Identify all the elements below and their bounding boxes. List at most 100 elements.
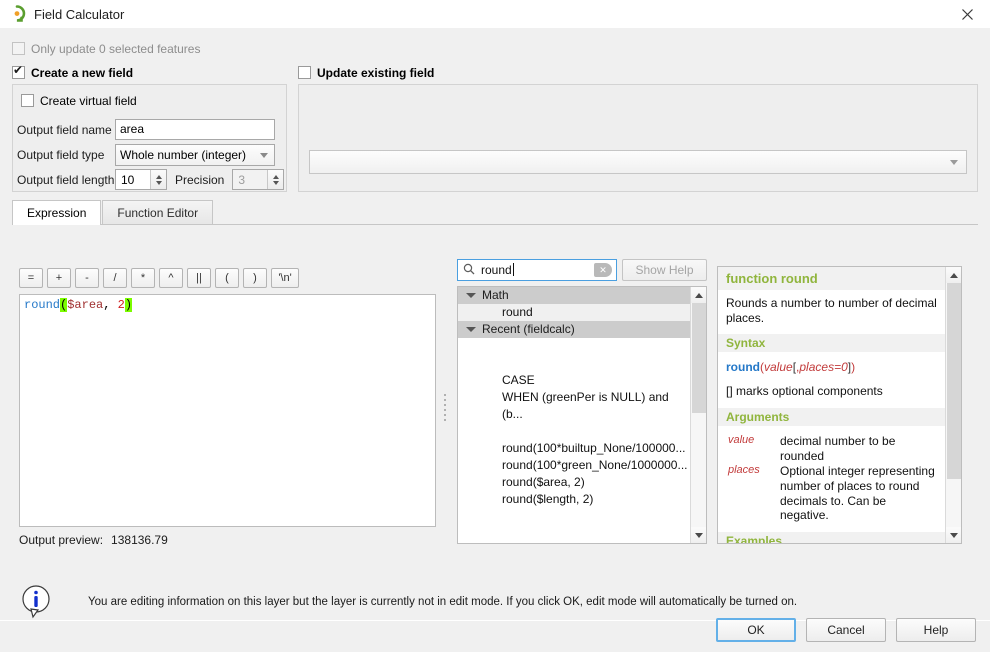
- update-existing-field-checkbox[interactable]: Update existing field: [298, 66, 434, 80]
- tree-item-when-1[interactable]: WHEN (greenPer is NULL) and (b...: [458, 389, 691, 421]
- search-icon: [463, 263, 475, 278]
- help-syntax-arg1: value: [764, 360, 793, 374]
- expression-input[interactable]: round($area, 2): [19, 294, 436, 527]
- chevron-down-icon: [466, 293, 476, 298]
- dialog-body: Only update 0 selected features Create a…: [0, 28, 990, 624]
- tab-function-editor[interactable]: Function Editor: [102, 200, 214, 225]
- length-stepper-buttons[interactable]: [150, 170, 166, 189]
- help-syntax-signature: round(value[,places=0]): [718, 352, 945, 376]
- tree-group-recent[interactable]: Recent (fieldcalc): [458, 321, 691, 338]
- help-syntax-close: ): [851, 360, 856, 374]
- existing-field-select[interactable]: [309, 150, 967, 174]
- scroll-down-icon[interactable]: [691, 527, 706, 543]
- clear-icon[interactable]: ✕: [594, 263, 612, 277]
- scroll-up-icon[interactable]: [946, 267, 961, 283]
- help-optional-note: [] marks optional components: [726, 384, 883, 398]
- tree-item-case-1[interactable]: CASE: [458, 372, 691, 389]
- expression-token-function: round: [24, 298, 61, 312]
- create-new-field-label: Create a new field: [31, 66, 134, 80]
- chevron-down-icon: [260, 153, 268, 158]
- info-icon: [20, 584, 52, 620]
- help-argument-name: value: [728, 434, 755, 446]
- tree-item-round-builtup[interactable]: round(100*builtup_None/100000...: [458, 440, 691, 457]
- tree-item-round[interactable]: round: [458, 304, 691, 321]
- function-help-panel: function round Rounds a number to number…: [717, 266, 962, 544]
- precision-stepper-buttons: [267, 170, 284, 189]
- output-field-name-input[interactable]: area: [115, 119, 275, 140]
- operator-minus[interactable]: -: [75, 268, 99, 288]
- function-tree[interactable]: Math round Recent (fieldcalc) CASE WHEN …: [457, 286, 707, 544]
- help-panel-scrollbar[interactable]: [945, 267, 961, 543]
- help-button[interactable]: Help: [896, 618, 976, 642]
- tree-item-case-2[interactable]: CASE: [458, 542, 691, 543]
- precision-label: Precision: [175, 172, 225, 187]
- only-update-selected-label: Only update 0 selected features: [31, 42, 201, 56]
- scrollbar-thumb[interactable]: [947, 283, 961, 479]
- tab-active-underline: [13, 224, 98, 225]
- chevron-down-icon: [466, 327, 476, 332]
- scroll-down-icon[interactable]: [946, 527, 961, 543]
- tab-underline: [12, 224, 978, 225]
- tree-item-round-area[interactable]: round($area, 2): [458, 474, 691, 491]
- operator-multiply[interactable]: *: [131, 268, 155, 288]
- precision-stepper: 3: [232, 169, 285, 190]
- title-bar: Field Calculator: [0, 0, 990, 28]
- function-tree-list: Math round Recent (fieldcalc) CASE WHEN …: [458, 287, 691, 543]
- close-icon[interactable]: [944, 0, 990, 28]
- output-field-type-label: Output field type: [17, 148, 105, 162]
- scrollbar-thumb[interactable]: [692, 303, 706, 413]
- cancel-button[interactable]: Cancel: [806, 618, 886, 642]
- show-help-button[interactable]: Show Help: [622, 259, 707, 281]
- output-field-length-label: Output field length: [17, 172, 115, 187]
- output-field-type-select[interactable]: Whole number (integer): [115, 144, 275, 166]
- edit-mode-notice: You are editing information on this laye…: [88, 596, 798, 608]
- search-input[interactable]: round ✕: [457, 259, 617, 281]
- output-field-length-stepper[interactable]: 10: [115, 169, 167, 190]
- tree-item-round-green[interactable]: round(100*green_None/1000000...: [458, 457, 691, 474]
- tree-group-math[interactable]: Math: [458, 287, 691, 304]
- operator-newline[interactable]: '\n': [271, 268, 299, 288]
- panel-splitter-handle[interactable]: [440, 384, 450, 430]
- operator-close-paren[interactable]: ): [243, 268, 267, 288]
- precision-value: 3: [238, 172, 246, 187]
- create-virtual-field-label: Create virtual field: [40, 94, 137, 108]
- help-syntax-fn: round: [726, 360, 760, 374]
- qgis-logo-icon: [8, 5, 26, 23]
- help-argument-row: places Optional integer representing num…: [728, 464, 937, 523]
- expression-token-comma: ,: [103, 298, 118, 312]
- operator-power[interactable]: ^: [159, 268, 183, 288]
- help-syntax-heading: Syntax: [718, 334, 945, 352]
- help-argument-row: value decimal number to be rounded: [728, 434, 937, 463]
- help-heading: function round: [718, 267, 945, 290]
- operator-concat[interactable]: ||: [187, 268, 211, 288]
- ok-button[interactable]: OK: [716, 618, 796, 642]
- tree-item-round-length[interactable]: round($length, 2): [458, 491, 691, 508]
- output-preview-value: 138136.79: [111, 533, 168, 547]
- tab-expression[interactable]: Expression: [12, 200, 102, 225]
- tree-group-recent-label: Recent (fieldcalc): [482, 322, 575, 336]
- operator-open-paren[interactable]: (: [215, 268, 239, 288]
- update-existing-field-label: Update existing field: [317, 66, 435, 80]
- operator-divide[interactable]: /: [103, 268, 127, 288]
- tab-bar: Expression Function Editor: [12, 200, 214, 225]
- create-new-field-checkbox[interactable]: Create a new field: [12, 64, 134, 80]
- function-tree-scrollbar[interactable]: [690, 287, 706, 543]
- create-virtual-field-checkbox[interactable]: Create virtual field: [21, 94, 137, 108]
- help-argument-desc: decimal number to be rounded: [780, 434, 896, 463]
- text-caret: [512, 263, 514, 276]
- only-update-selected-checkbox[interactable]: Only update 0 selected features: [12, 42, 200, 56]
- expression-token-number: 2: [117, 298, 125, 312]
- create-new-field-checkbox-box: [12, 64, 25, 79]
- operator-equals[interactable]: =: [19, 268, 43, 288]
- help-syntax-arg2: places=0: [799, 360, 848, 374]
- output-field-length-row: Output field length 10 Precision 3: [17, 169, 285, 190]
- operator-plus[interactable]: +: [47, 268, 71, 288]
- output-field-length-value: 10: [121, 172, 135, 187]
- scroll-up-icon[interactable]: [691, 287, 706, 303]
